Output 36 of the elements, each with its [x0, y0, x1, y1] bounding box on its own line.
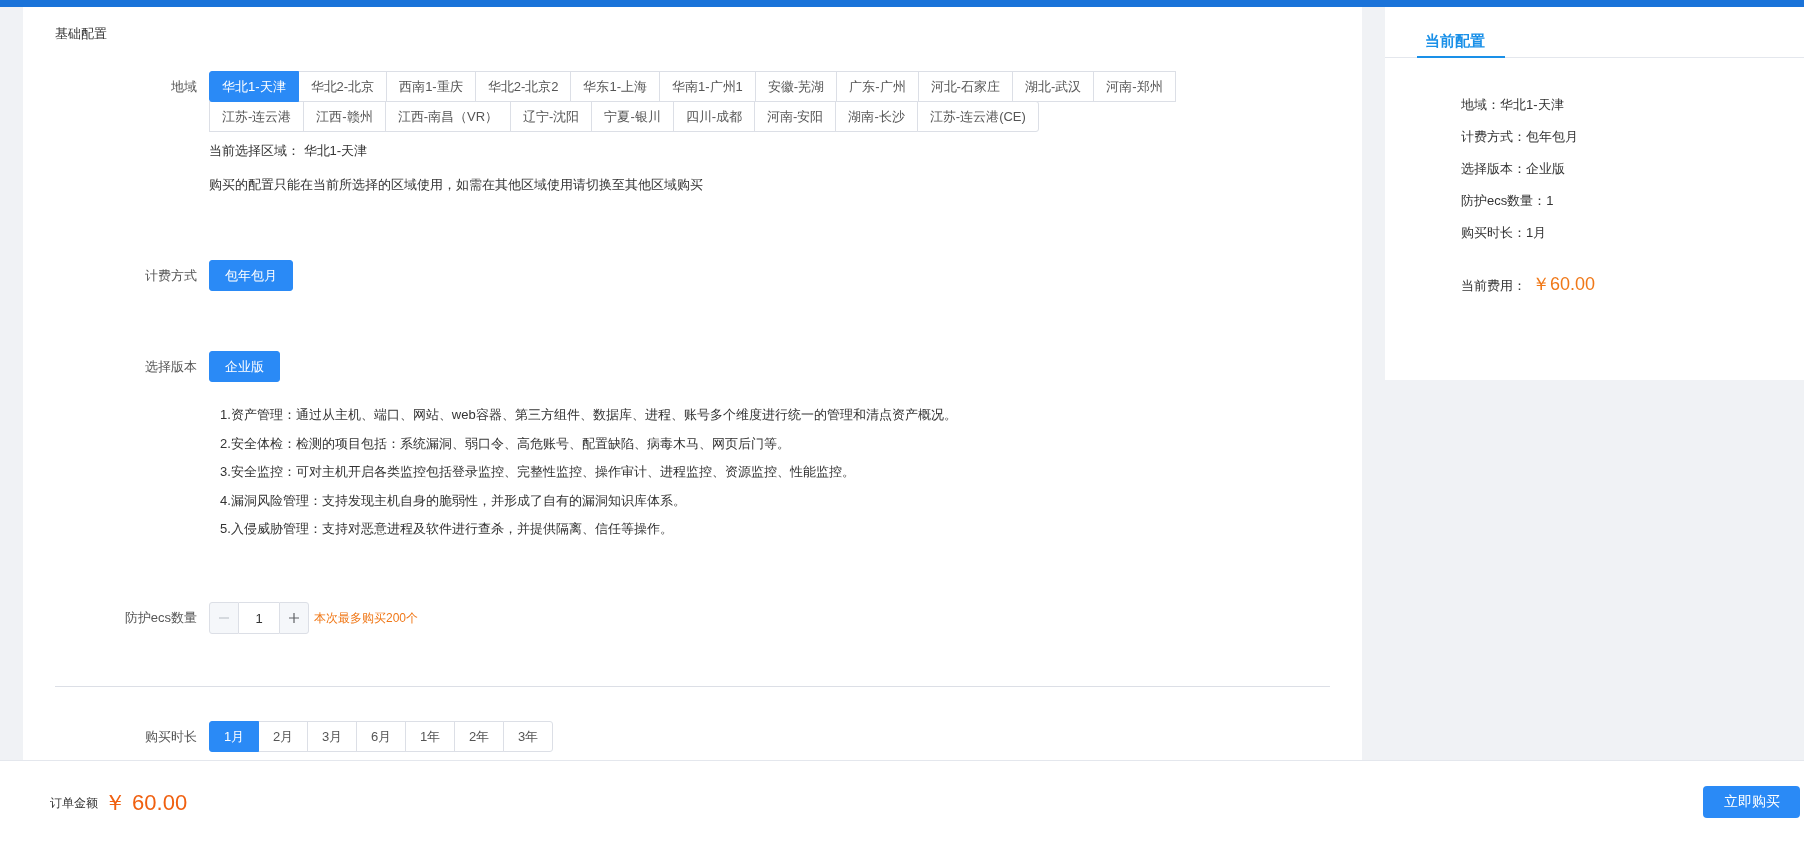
summary-item: 地域：华北1-天津 [1461, 96, 1565, 113]
section-title: 基础配置 [55, 25, 108, 43]
field-label: 计费方式 [145, 267, 197, 285]
cost-label: 当前费用： [1461, 277, 1526, 295]
region-note: 购买的配置只能在当前所选择的区域使用，如需在其他区域使用请切换至其他区域购买 [209, 176, 704, 194]
total-label: 订单金额 [50, 794, 98, 812]
duration-tab[interactable]: 2年 [454, 721, 504, 753]
duration-tab[interactable]: 2月 [258, 721, 308, 753]
region-tab[interactable]: 江苏-连云港(CE) [916, 101, 1039, 132]
field-label: 购买时长 [145, 728, 197, 747]
region-tab[interactable]: 河南-郑州 [1093, 71, 1176, 102]
feature-text: 5.入侵威胁管理：支持对恶意进程及软件进行查杀，并提供隔离、信任等操作。 [220, 520, 674, 539]
feature-text: 2.安全体检：检测的项目包括：系统漏洞、弱口令、高危账号、配置缺陷、病毒木马、网页后门等。 [220, 434, 791, 453]
region-tab[interactable]: 江苏-连云港 [209, 101, 305, 132]
total-amount: ￥ 60.00 [104, 789, 188, 817]
summary-item: 购买时长：1月 [1461, 224, 1548, 241]
current-region-text: 当前选择区域： 华北1-天津 [209, 142, 369, 160]
summary-item: 防护ecs数量：1 [1461, 192, 1555, 209]
field-label: 选择版本 [145, 358, 197, 376]
quantity-input[interactable]: 1 [239, 602, 279, 635]
duration-tab[interactable]: 3年 [503, 721, 553, 753]
summary-item: 选择版本：企业版 [1461, 160, 1566, 177]
feature-text: 1.资产管理：通过从主机、端口、网站、web容器、第三方组件、数据库、进程、账号多个维度进行统一的管理和清点资产概况。 [220, 406, 958, 424]
plus-button[interactable] [279, 602, 309, 635]
duration-tab[interactable]: 6月 [356, 721, 406, 753]
cost-value: ￥60.00 [1532, 273, 1596, 296]
plus-icon [288, 612, 300, 625]
summary-item: 计费方式：包年包月 [1461, 128, 1579, 145]
feature-text: 4.漏洞风险管理：支持发现主机自身的脆弱性，并形成了自有的漏洞知识库体系。 [220, 491, 687, 510]
field-label: 防护ecs数量 [124, 609, 197, 628]
feature-text: 3.安全监控：可对主机开启各类监控包括登录监控、完整性监控、操作审计、进程监控、资源监控、性能监控。 [220, 463, 856, 482]
duration-tab[interactable]: 3月 [307, 721, 357, 753]
field-label: 地域 [171, 78, 197, 96]
duration-tab[interactable]: 1年 [405, 721, 455, 753]
quantity-hint: 本次最多购买200个 [314, 609, 419, 627]
region-tab[interactable]: 湖北-武汉 [1011, 71, 1095, 102]
